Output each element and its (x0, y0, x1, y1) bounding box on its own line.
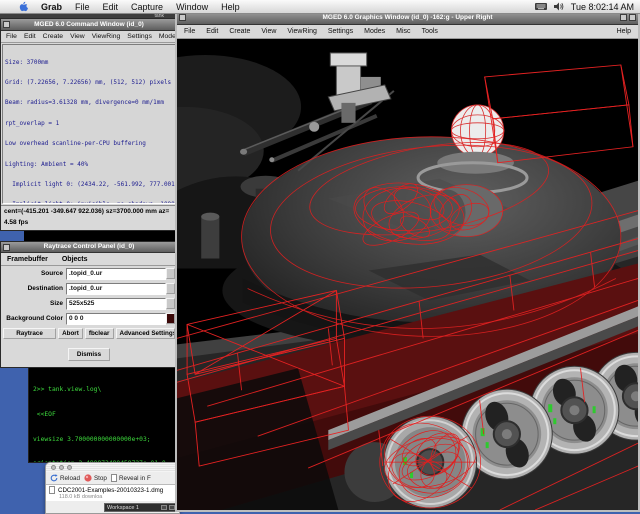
window-menu-box[interactable] (3, 21, 10, 28)
log-line: Implicit light 0: (2434.22, -561.992, 77… (5, 182, 175, 189)
raytrace-button[interactable]: Raytrace (3, 328, 56, 339)
terminal-window[interactable]: 2>> tank.view.log\ <<EOF viewsize 3.7000… (28, 367, 178, 463)
destination-label: Destination (3, 285, 66, 292)
menubar-app-name[interactable]: Grab (41, 2, 62, 12)
command-log[interactable]: Size: 3700mm Grid: (7.22656, 7.22656) mm… (2, 44, 176, 204)
menu-help[interactable]: Help (617, 28, 631, 35)
tank-render (177, 39, 638, 510)
menu-file[interactable]: File (184, 28, 195, 35)
source-field[interactable]: .topid_0.ur (66, 268, 166, 280)
stop-button[interactable]: Stop (84, 474, 107, 482)
log-line: Low overhead scanline-per-CPU buffering (5, 141, 175, 148)
close-button[interactable] (51, 465, 56, 470)
download-list[interactable]: CDC2001-Examples-20010323-1.dmg 118.0 kB… (46, 485, 179, 501)
menu-framebuffer[interactable]: Framebuffer (7, 256, 48, 263)
menu-misc[interactable]: Misc (396, 28, 410, 35)
fps-status: 4.58 fps (4, 217, 177, 228)
destination-menu-button[interactable] (166, 283, 175, 294)
background-color-label: Background Color (3, 315, 66, 322)
workspace-pager[interactable]: Workspace 1 (104, 503, 178, 512)
graphics-canvas[interactable] (177, 39, 638, 510)
download-item-detail: 118.0 kB downloa (49, 494, 176, 500)
menu-file[interactable]: File (6, 33, 17, 40)
menubar-item-help[interactable]: Help (221, 2, 240, 12)
menu-modes[interactable]: Modes (364, 28, 385, 35)
download-item[interactable]: CDC2001-Examples-20010323-1.dmg (49, 486, 176, 494)
menu-settings[interactable]: Settings (127, 33, 152, 40)
minimize-box[interactable] (620, 14, 627, 21)
menu-edit[interactable]: Edit (206, 28, 218, 35)
size-field[interactable]: 525x525 (66, 298, 166, 310)
window-menu-box[interactable] (179, 14, 186, 21)
command-window-titlebar[interactable]: MGED 6.0 Command Window (id_0) (1, 19, 177, 31)
mged-graphics-window[interactable]: MGED 6.0 Graphics Window (id_0) -162:g -… (175, 10, 640, 512)
graphics-window-menubar: File Edit Create View ViewRing Settings … (177, 25, 638, 39)
menu-viewring[interactable]: ViewRing (92, 33, 121, 40)
menu-view[interactable]: View (70, 33, 85, 40)
keyboard-icon[interactable] (535, 2, 547, 11)
menu-objects[interactable]: Objects (62, 256, 88, 263)
stop-icon (84, 474, 92, 482)
mac-menubar: Grab File Edit Capture Window Help Tue 8… (0, 0, 640, 14)
advanced-settings-button[interactable]: Advanced Settings... (116, 328, 175, 339)
download-titlebar[interactable] (46, 463, 179, 472)
size-label: Size (3, 300, 66, 307)
log-line: Implicit light 0: invisible, no shadows,… (5, 202, 175, 204)
destination-field[interactable]: .topid_0.ur (66, 283, 166, 295)
menu-create[interactable]: Create (43, 33, 63, 40)
document-icon (111, 474, 117, 482)
abort-button[interactable]: Abort (58, 328, 83, 339)
log-line: Beam: radius=3.61328 mm, divergence=0 mm… (5, 100, 175, 107)
zoom-button[interactable] (67, 465, 72, 470)
menu-view[interactable]: View (261, 28, 276, 35)
command-window-menubar: File Edit Create View ViewRing Settings … (1, 31, 177, 43)
minimize-button[interactable] (59, 465, 64, 470)
reveal-button[interactable]: Reveal in F (111, 474, 151, 482)
raytrace-panel-menubar: Framebuffer Objects (1, 253, 177, 266)
apple-logo-icon[interactable] (18, 1, 28, 12)
menu-settings[interactable]: Settings (328, 28, 353, 35)
log-line: Size: 3700mm (5, 60, 175, 67)
menu-tools[interactable]: Tools (422, 28, 438, 35)
reload-icon (50, 474, 58, 482)
menu-edit[interactable]: Edit (24, 33, 36, 40)
terminal-line: viewsize 3.700000000000000e+03; (33, 436, 177, 444)
menubar-item-file[interactable]: File (75, 2, 90, 12)
source-label: Source (3, 270, 66, 277)
menubar-item-edit[interactable]: Edit (103, 2, 119, 12)
size-menu-button[interactable] (166, 298, 175, 309)
menu-viewring[interactable]: ViewRing (287, 28, 316, 35)
terminal-line: 2>> tank.view.log\ (33, 386, 177, 394)
volume-icon[interactable] (554, 2, 564, 11)
command-status-bar: cent=(-415.201 -349.647 922.036) sz=3700… (1, 205, 177, 230)
window-menu-box[interactable] (3, 244, 10, 251)
log-line: Lighting: Ambient = 40% (5, 162, 175, 169)
reload-button[interactable]: Reload (50, 474, 80, 482)
menubar-item-capture[interactable]: Capture (131, 2, 163, 12)
menubar-clock[interactable]: Tue 8:02:14 AM (571, 2, 634, 12)
raytrace-panel-titlebar[interactable]: Raytrace Control Panel (id_0) (1, 242, 177, 253)
raytrace-control-panel[interactable]: Raytrace Control Panel (id_0) Framebuffe… (0, 241, 178, 368)
view-center-status: cent=(-415.201 -349.647 922.036) sz=3700… (4, 206, 177, 217)
workspace-label: Workspace 1 (107, 505, 159, 511)
log-line: rpt_overlap = 1 (5, 121, 175, 128)
terminal-line: <<EOF (33, 411, 177, 419)
log-line: Grid: (7.22656, 7.22656) mm, (512, 512) … (5, 80, 175, 87)
dismiss-button[interactable]: Dismiss (68, 348, 110, 361)
fbclear-button[interactable]: fbclear (85, 328, 114, 339)
source-menu-button[interactable] (166, 268, 175, 279)
mged-command-window[interactable]: MGED 6.0 Command Window (id_0) File Edit… (0, 18, 178, 231)
background-color-field[interactable]: 0 0 0 (66, 313, 166, 325)
menubar-item-window[interactable]: Window (176, 2, 208, 12)
background-color-swatch[interactable] (166, 313, 175, 324)
menu-create[interactable]: Create (229, 28, 250, 35)
maximize-box[interactable] (629, 14, 636, 21)
workspace-cell[interactable] (161, 505, 167, 510)
file-icon (49, 486, 55, 494)
